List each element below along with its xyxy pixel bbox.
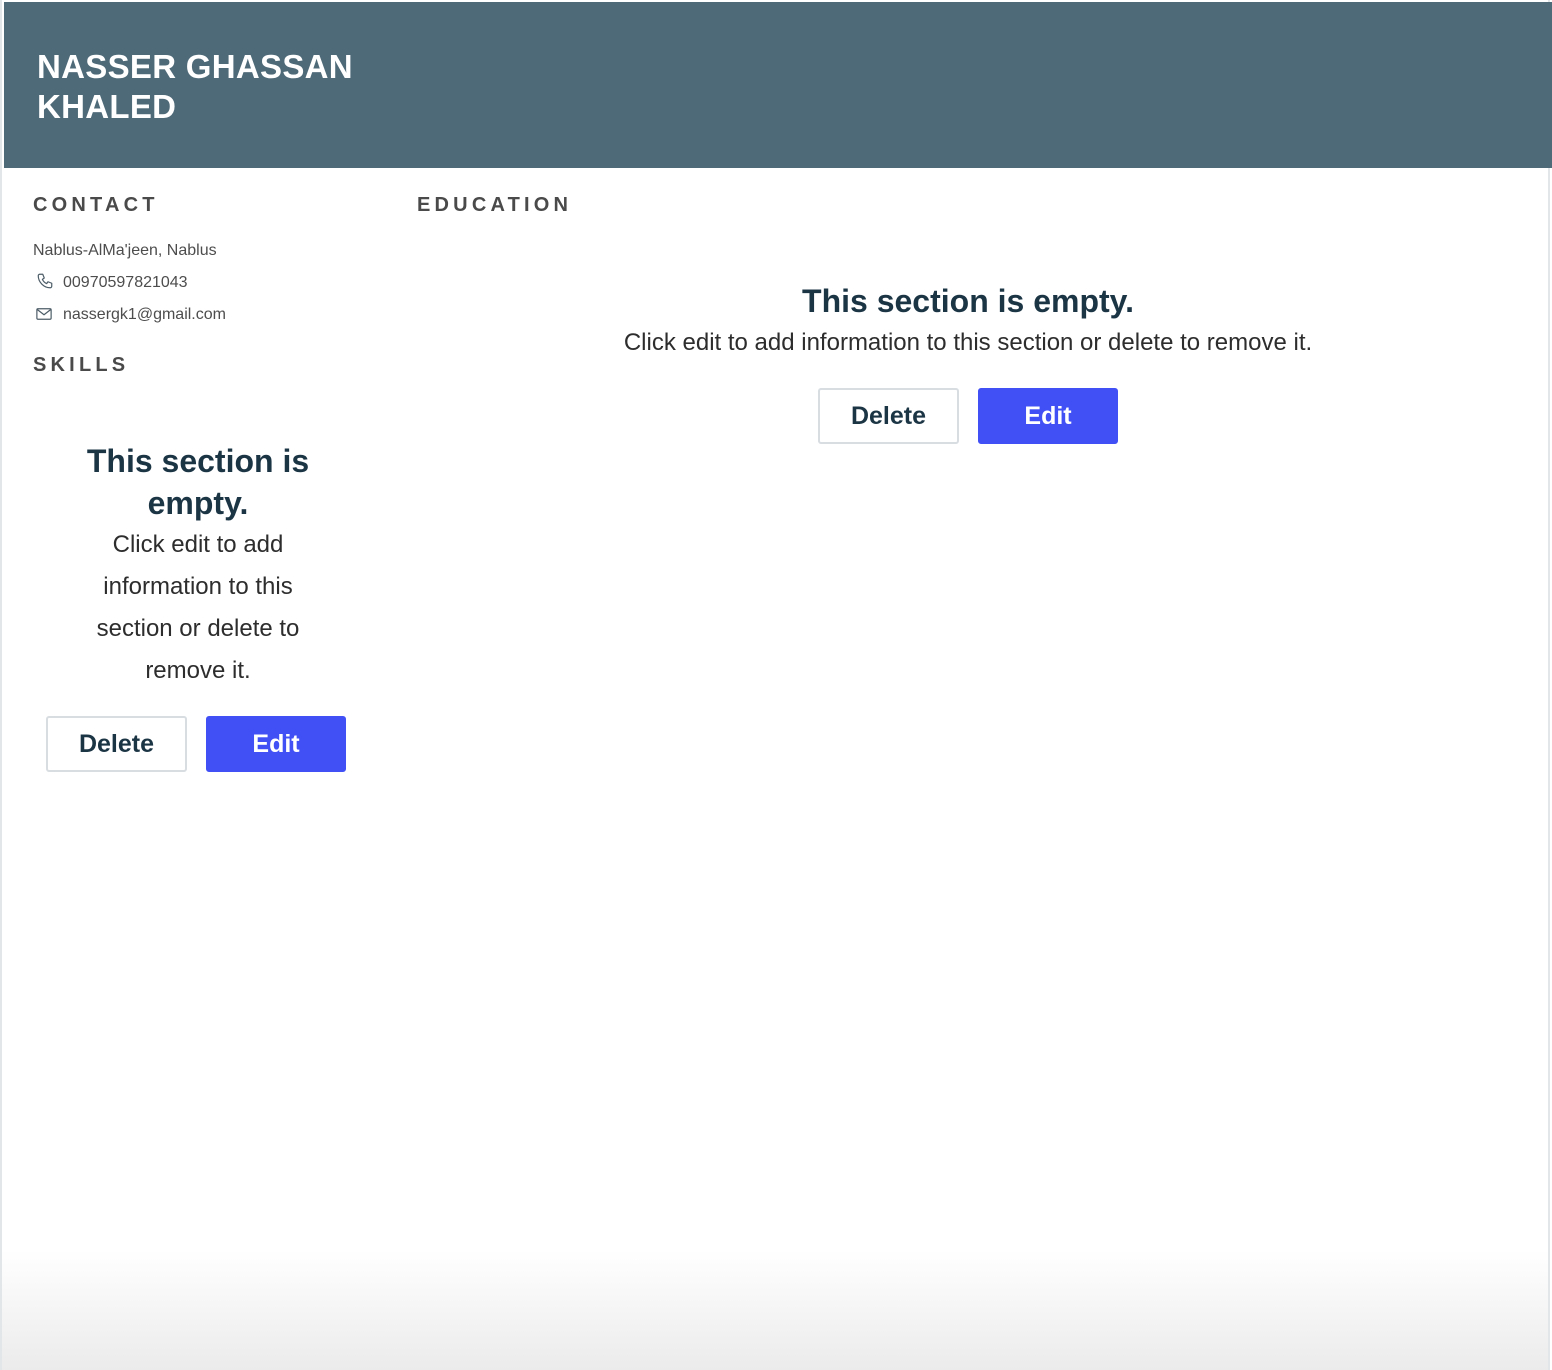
envelope-icon [36,308,52,320]
contact-phone: 00970597821043 [63,274,188,291]
contact-address: Nablus-AlMa'jeen, Nablus [33,242,217,259]
contact-section-title: CONTACT [33,194,159,216]
skills-empty-message: Click edit to add information to this se… [48,524,348,692]
skills-section-title: SKILLS [33,354,130,376]
education-section-title: EDUCATION [417,194,573,216]
education-edit-button[interactable]: Edit [978,388,1118,444]
resume-header: NASSER GHASSAN KHALED [4,2,1552,168]
skills-empty-title-line-1: This section is [86,443,310,479]
education-delete-button[interactable]: Delete [818,388,959,444]
resume-page: NASSER GHASSAN KHALED CONTACT Nablus-AlM… [0,0,1552,1370]
skills-delete-button[interactable]: Delete [46,716,187,772]
education-empty-message: Click edit to add information to this se… [623,329,1313,356]
skills-empty-text-line-2: information to this [103,573,293,600]
name-line-1: NASSER GHASSAN [37,48,353,85]
skills-empty-title-line-2: empty. [147,485,249,521]
skills-edit-button[interactable]: Edit [206,716,346,772]
skills-empty-text-line-3: section or delete to [96,615,300,642]
phone-icon [37,273,53,289]
education-empty-title: This section is empty. [802,283,1134,319]
name-line-2: KHALED [37,88,177,125]
skills-empty-text-line-4: remove it. [145,657,251,684]
skills-empty-text-line-1: Click edit to add [112,531,284,558]
skills-empty-title: This section is empty. [48,440,348,524]
contact-email: nassergk1@gmail.com [63,306,226,323]
